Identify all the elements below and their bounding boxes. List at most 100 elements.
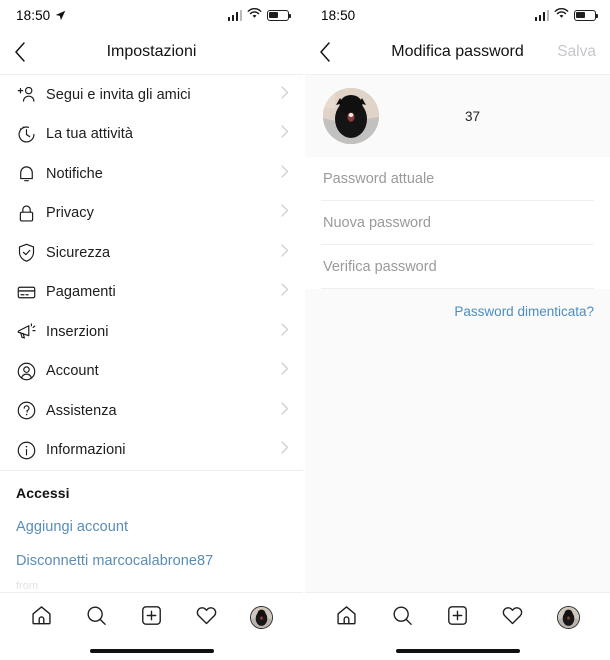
back-button[interactable] <box>14 37 40 67</box>
plus-square-icon <box>140 604 163 632</box>
sidebar-item-account[interactable]: Account <box>0 351 303 391</box>
chevron-right-icon <box>281 362 289 380</box>
shield-check-icon <box>16 242 42 263</box>
sidebar-item-la-tua-attivita[interactable]: La tua attività <box>0 114 303 154</box>
tab-activity[interactable] <box>187 600 227 636</box>
lock-icon <box>16 203 42 224</box>
left-tab-bar <box>0 592 303 642</box>
home-indicator[interactable] <box>89 648 214 654</box>
sidebar-item-segui-e-invita-gli-amici[interactable]: Segui e invita gli amici <box>0 75 303 115</box>
home-indicator[interactable] <box>395 648 520 654</box>
chevron-right-icon <box>281 402 289 420</box>
forgot-password-area: Password dimenticata? <box>305 289 610 592</box>
chevron-right-icon <box>281 244 289 262</box>
sidebar-item-inserzioni[interactable]: Inserzioni <box>0 312 303 352</box>
page-title: Impostazioni <box>106 43 197 60</box>
home-icon <box>335 604 358 632</box>
forgot-password-link[interactable]: Password dimenticata? <box>454 304 594 319</box>
sidebar-item-label: Inserzioni <box>46 323 109 340</box>
question-circle-icon <box>16 400 42 421</box>
credit-card-icon <box>16 282 42 303</box>
profile-username: 37 <box>464 108 481 124</box>
tab-home[interactable] <box>327 600 367 636</box>
sidebar-item-informazioni[interactable]: Informazioni <box>0 430 303 470</box>
chevron-right-icon <box>281 125 289 143</box>
current-password-input[interactable] <box>321 169 594 188</box>
avatar[interactable] <box>323 88 379 144</box>
tab-home[interactable] <box>22 600 62 636</box>
tab-search[interactable] <box>382 600 422 636</box>
sidebar-item-sicurezza[interactable]: Sicurezza <box>0 233 303 273</box>
chevron-right-icon <box>281 323 289 341</box>
right-tab-bar <box>305 592 610 642</box>
sidebar-item-label: Pagamenti <box>46 284 116 301</box>
profile-header: 37 <box>305 75 610 157</box>
right-status-bar: 18:50 <box>305 0 610 30</box>
left-status-bar: 18:50 <box>0 0 303 30</box>
back-button[interactable] <box>319 37 345 67</box>
status-indicators <box>227 6 292 24</box>
left-nav-bar: Impostazioni <box>0 30 303 75</box>
accounts-section-heading: Accessi <box>0 471 303 510</box>
sidebar-item-assistenza[interactable]: Assistenza <box>0 391 303 431</box>
heart-icon <box>195 604 218 632</box>
tab-search[interactable] <box>77 600 117 636</box>
home-icon <box>30 604 53 632</box>
sidebar-item-label: Assistenza <box>46 402 117 419</box>
add-account-link[interactable]: Aggiungi account <box>0 510 303 544</box>
current-password-field[interactable] <box>321 157 594 201</box>
tab-add[interactable] <box>132 600 172 636</box>
save-button[interactable]: Salva <box>557 43 596 61</box>
location-arrow-icon <box>55 10 66 21</box>
sidebar-item-label: Account <box>46 363 99 380</box>
chevron-right-icon <box>281 204 289 222</box>
cutoff-text: from <box>16 580 38 590</box>
left-phone-screen: 18:50 Impostazioni Segui e invita gli am… <box>0 0 303 660</box>
chevron-right-icon <box>281 86 289 104</box>
chevron-right-icon <box>281 441 289 459</box>
logout-link[interactable]: Disconnetti marcocalabrone87 <box>0 544 303 578</box>
sidebar-item-label: Informazioni <box>46 442 126 459</box>
confirm-password-field[interactable] <box>321 245 594 289</box>
clock-activity-icon <box>16 124 42 145</box>
status-indicators <box>534 6 599 24</box>
tab-profile[interactable] <box>548 600 588 636</box>
sidebar-item-privacy[interactable]: Privacy <box>0 193 303 233</box>
sidebar-item-label: La tua attività <box>46 126 133 143</box>
tab-profile[interactable] <box>242 600 282 636</box>
wifi-icon <box>247 6 262 24</box>
add-person-icon <box>16 84 42 105</box>
battery-icon <box>574 9 599 21</box>
new-password-input[interactable] <box>321 213 594 232</box>
right-nav-bar: Modifica password Salva <box>305 30 610 75</box>
tab-activity[interactable] <box>493 600 533 636</box>
profile-avatar-icon <box>556 606 580 629</box>
sidebar-item-pagamenti[interactable]: Pagamenti <box>0 272 303 312</box>
confirm-password-input[interactable] <box>321 257 594 276</box>
megaphone-icon <box>16 321 42 342</box>
search-icon <box>85 604 108 632</box>
status-time: 18:50 <box>16 7 51 23</box>
heart-icon <box>501 604 524 632</box>
status-time: 18:50 <box>321 7 356 23</box>
sidebar-item-label: Privacy <box>46 205 94 222</box>
plus-square-icon <box>446 604 469 632</box>
cellular-signal-icon <box>227 9 242 21</box>
person-circle-icon <box>16 361 42 382</box>
battery-icon <box>267 9 292 21</box>
left-home-indicator-area <box>0 642 303 660</box>
tab-add[interactable] <box>437 600 477 636</box>
bell-icon <box>16 163 42 184</box>
sidebar-item-label: Sicurezza <box>46 244 111 261</box>
wifi-icon <box>554 6 569 24</box>
chevron-right-icon <box>281 283 289 301</box>
right-home-indicator-area <box>305 642 610 660</box>
cellular-signal-icon <box>534 9 549 21</box>
sidebar-item-notifiche[interactable]: Notifiche <box>0 154 303 194</box>
password-form <box>305 157 610 289</box>
sidebar-item-label: Segui e invita gli amici <box>46 86 191 103</box>
sidebar-item-label: Notifiche <box>46 165 103 182</box>
new-password-field[interactable] <box>321 201 594 245</box>
dual-screenshot-container: 18:50 Impostazioni Segui e invita gli am… <box>0 0 610 660</box>
settings-list: Segui e invita gli amici La tua attività <box>0 75 303 592</box>
